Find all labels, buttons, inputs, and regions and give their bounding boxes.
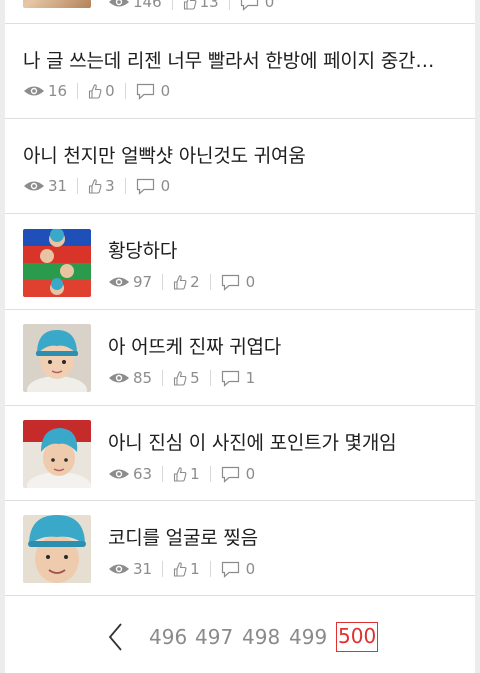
thumbs-up-icon <box>174 467 187 482</box>
eye-icon <box>24 86 44 96</box>
comments-count: 0 <box>221 465 255 483</box>
likes-count: 5 <box>173 369 200 387</box>
page-496-link[interactable]: 496 <box>149 622 187 652</box>
post-title[interactable]: 나 글 쓰는데 리젠 너무 빨라서 한방에 페이지 중간으로 밀려남 <box>23 46 447 73</box>
comment-icon <box>221 466 239 483</box>
thumbs-up-icon <box>174 562 187 577</box>
chevron-left-icon <box>108 623 122 651</box>
views-count: 97 <box>108 273 152 291</box>
list-item[interactable]: 아 어뜨케 진짜 귀엽다 85 5 1 <box>5 310 475 406</box>
prev-page-button[interactable] <box>105 622 125 652</box>
page-500-current[interactable]: 500 <box>336 622 379 652</box>
comment-icon <box>221 274 239 291</box>
post-meta: 16 0 0 <box>23 80 170 102</box>
likes-count: 1 <box>173 465 200 483</box>
post-meta: 146 13 0 <box>108 0 274 13</box>
likes-count: 1 <box>173 560 200 578</box>
eye-icon <box>109 373 129 383</box>
comments-count: 0 <box>221 560 255 578</box>
likes-count: 3 <box>88 177 115 195</box>
page-498-link[interactable]: 498 <box>242 622 280 652</box>
list-item[interactable]: 나 글 쓰는데 리젠 너무 빨라서 한방에 페이지 중간으로 밀려남 16 0 … <box>5 24 475 119</box>
list-item[interactable]: 아니 천지만 얼빡샷 아닌것도 귀여움 31 3 0 <box>5 119 475 214</box>
thumbs-up-icon <box>183 0 197 10</box>
eye-icon <box>109 564 129 574</box>
comment-icon <box>136 178 154 195</box>
post-title[interactable]: 아 어뜨케 진짜 귀엽다 <box>108 332 448 359</box>
post-thumbnail[interactable] <box>23 229 91 297</box>
comments-count: 0 <box>240 0 274 11</box>
post-title[interactable]: 황당하다 <box>108 236 448 263</box>
list-item[interactable]: 코디를 얼굴로 찢음 31 1 0 <box>5 501 475 596</box>
post-thumbnail <box>23 0 91 8</box>
comments-count: 0 <box>136 177 170 195</box>
views-count: 31 <box>108 560 152 578</box>
post-meta: 97 2 0 <box>108 271 255 293</box>
views-count: 85 <box>108 369 152 387</box>
comments-count: 0 <box>221 273 255 291</box>
views-count: 146 <box>108 0 162 11</box>
eye-icon <box>109 469 129 479</box>
post-thumbnail[interactable] <box>23 515 91 583</box>
post-meta: 63 1 0 <box>108 463 255 485</box>
comments-count: 1 <box>221 369 255 387</box>
views-count: 31 <box>23 177 67 195</box>
post-meta: 31 3 0 <box>23 175 170 197</box>
post-title[interactable]: 아니 진심 이 사진에 포인트가 몇개임 <box>108 428 448 455</box>
views-count: 16 <box>23 82 67 100</box>
likes-count: 2 <box>173 273 200 291</box>
thumbs-up-icon <box>174 371 187 386</box>
comment-icon <box>221 370 239 387</box>
post-title[interactable]: 코디를 얼굴로 찢음 <box>108 523 448 550</box>
eye-icon <box>109 277 129 287</box>
likes-count: 13 <box>183 0 219 11</box>
list-item[interactable]: 아니 진심 이 사진에 포인트가 몇개임 63 1 0 <box>5 406 475 501</box>
thumbs-up-icon <box>174 275 187 290</box>
post-thumbnail[interactable] <box>23 420 91 488</box>
thumbs-up-icon <box>89 84 102 99</box>
comments-count: 0 <box>136 82 170 100</box>
list-item[interactable]: 146 13 0 <box>5 0 475 24</box>
post-thumbnail[interactable] <box>23 324 91 392</box>
comment-icon <box>136 83 154 100</box>
list-item[interactable]: 황당하다 97 2 0 <box>5 214 475 310</box>
page-497-link[interactable]: 497 <box>195 622 233 652</box>
page-499-link[interactable]: 499 <box>289 622 327 652</box>
comment-icon <box>221 561 239 578</box>
pagination: 496 497 498 499 500 <box>5 596 475 673</box>
comment-icon <box>240 0 258 11</box>
eye-icon <box>24 181 44 191</box>
eye-icon <box>109 0 129 7</box>
post-meta: 85 5 1 <box>108 367 255 389</box>
post-title[interactable]: 아니 천지만 얼빡샷 아닌것도 귀여움 <box>23 141 447 168</box>
post-meta: 31 1 0 <box>108 558 255 580</box>
views-count: 63 <box>108 465 152 483</box>
thumbs-up-icon <box>89 179 102 194</box>
likes-count: 0 <box>88 82 115 100</box>
